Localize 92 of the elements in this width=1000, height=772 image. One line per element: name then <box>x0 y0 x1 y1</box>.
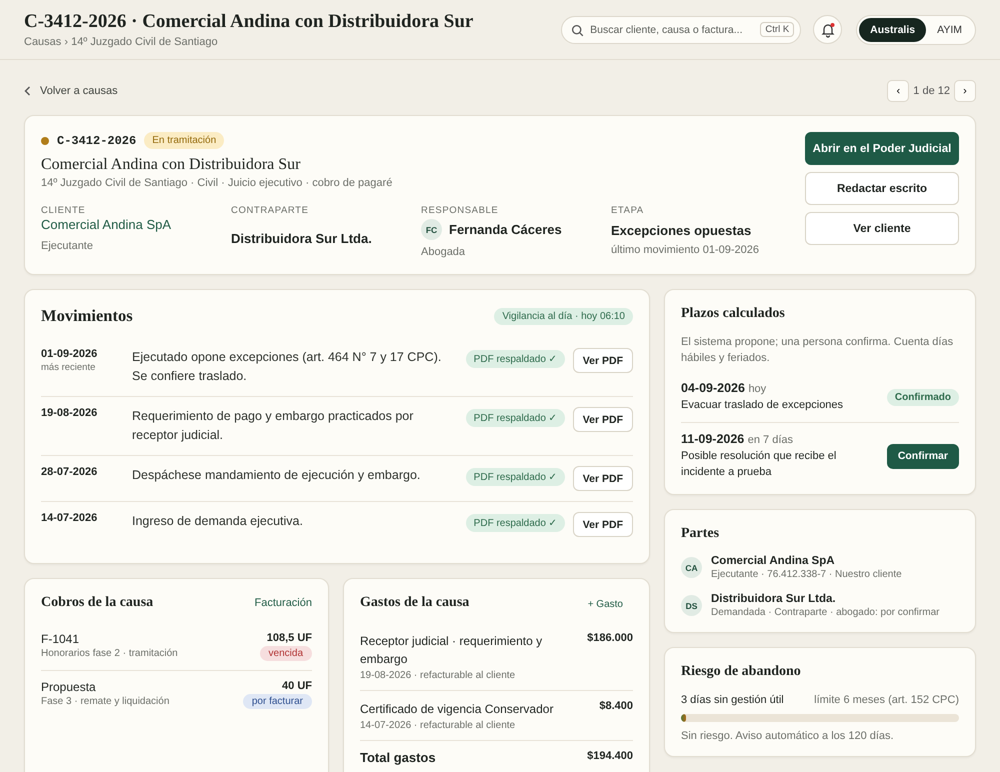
section-title: Riesgo de abandono <box>681 664 802 680</box>
deadlines-note: El sistema propone; una persona confirma. Cuenta días hábiles y feriados. <box>681 335 954 366</box>
field-note: Ejecutante <box>41 240 94 252</box>
case-title: Comercial Andina con Distribuidora Sur <box>41 156 302 174</box>
backup-badge: PDF respaldado ✓ <box>466 409 565 427</box>
avatar-initials: DS <box>681 595 702 616</box>
movement-text: Requerimiento de pago y embargo practicados por receptor judicial. <box>132 408 414 444</box>
deadline-text: Posible resolución que recibe el incidente a prueba <box>681 449 838 480</box>
movement-date: 19-08-2026 <box>41 407 98 419</box>
billing-link[interactable]: Facturación <box>254 597 312 609</box>
backup-badge: PDF respaldado ✓ <box>466 350 565 368</box>
view-pdf-button[interactable]: Ver PDF <box>572 407 633 432</box>
field-note: Abogada <box>421 246 466 258</box>
bell-icon <box>820 22 836 38</box>
total-amount: $194.400 <box>587 750 633 764</box>
section-title: Cobros de la causa <box>41 595 154 611</box>
invoice-name: Propuesta <box>41 680 97 694</box>
section-title: Partes <box>681 526 720 542</box>
invoice-amount: 108,5 UF <box>266 632 312 644</box>
confirm-button[interactable]: Confirmar <box>886 444 959 468</box>
field-label: CLIENTE <box>41 205 86 216</box>
party-detail: Ejecutante · 76.412.338-7 · Nuestro cliente <box>711 569 902 580</box>
status-badge: En tramitación <box>144 132 224 149</box>
section-title: Plazos calculados <box>681 306 786 322</box>
section-title: Movimientos <box>41 306 133 326</box>
backup-badge: PDF respaldado ✓ <box>466 468 565 486</box>
page-counter: 1 de 12 <box>913 85 950 97</box>
invoice-detail: Honorarios fase 2 · tramitación <box>41 648 178 659</box>
movement-text: Ejecutado opone excepciones (art. 464 N° 7 y 17 CPC). Se confiere traslado. <box>132 349 442 385</box>
invoice-status: vencida <box>260 646 312 661</box>
case-code: C-3412-2026 <box>57 134 136 148</box>
field-value: Excepciones opuestas <box>611 223 752 238</box>
expense-name: Receptor judicial · requerimiento y embargo <box>360 633 544 668</box>
avatar-initials: CA <box>681 557 702 578</box>
risk-status: 3 días sin gestión útil <box>681 694 784 706</box>
movement-date: 28-07-2026 <box>41 466 98 478</box>
view-pdf-button[interactable]: Ver PDF <box>572 466 633 491</box>
action-button[interactable]: Redactar escrito <box>805 172 959 205</box>
view-pdf-button[interactable]: Ver PDF <box>572 348 633 373</box>
party-name: Distribuidora Sur Ltda. <box>711 593 837 605</box>
action-button[interactable]: Ver cliente <box>805 212 959 245</box>
confirmed-badge: Confirmado <box>886 388 959 406</box>
breadcrumb[interactable]: Causas › 14º Juzgado Civil de Santiago <box>24 36 550 48</box>
client-link[interactable]: Comercial Andina SpA <box>41 217 172 232</box>
expense-amount: $8.400 <box>599 700 633 714</box>
page-title: C-3412-2026 · Comercial Andina con Distribuidora Sur <box>24 11 474 33</box>
movement-text: Despáchese mandamiento de ejecución y embargo. <box>132 467 422 484</box>
movement-text: Ingreso de demanda ejecutiva. <box>132 513 304 530</box>
invoice-name: F-1041 <box>41 632 80 646</box>
action-button[interactable]: Abrir en el Poder Judicial <box>805 132 959 165</box>
deadline-relative: hoy <box>748 383 766 395</box>
chevron-left-icon <box>24 86 31 96</box>
field-label: ETAPA <box>611 205 645 216</box>
deadline-text: Evacuar traslado de excepciones <box>681 398 844 413</box>
deadline-date: 04-09-2026 <box>681 381 745 395</box>
field-label: CONTRAPARTE <box>231 205 310 216</box>
search-icon <box>571 24 584 36</box>
shortcut-hint: Ctrl K <box>760 22 794 36</box>
risk-note: Sin riesgo. Aviso automático a los 120 días. <box>681 730 895 742</box>
deadline-date: 11-09-2026 <box>681 432 744 446</box>
party-name: Comercial Andina SpA <box>711 555 836 567</box>
movement-date: 14-07-2026 <box>41 512 98 524</box>
invoice-status: por facturar <box>242 694 312 709</box>
add-expense-link[interactable]: + Gasto <box>588 598 623 610</box>
workspace-tab[interactable]: Australis <box>859 18 926 42</box>
field-label: RESPONSABLE <box>421 205 500 216</box>
monitoring-badge: Vigilancia al día · hoy 06:10 <box>494 308 633 324</box>
field-note: último movimiento 01-09-2026 <box>611 244 760 256</box>
expense-detail: 19-08-2026 · refacturable al cliente <box>360 670 516 681</box>
expense-name: Certificado de vigencia Conservador <box>360 701 554 718</box>
workspace-tab[interactable]: AYIM <box>926 18 973 42</box>
next-button[interactable]: › <box>954 80 976 102</box>
previous-button[interactable]: ‹ <box>887 80 910 102</box>
date-note: más reciente <box>41 362 96 373</box>
notifications-button[interactable] <box>813 15 842 44</box>
invoice-detail: Fase 3 · remate y liquidación <box>41 696 170 707</box>
party-detail: Demandada · Contraparte · abogado: por confirmar <box>711 607 940 618</box>
expense-amount: $186.000 <box>587 632 633 646</box>
view-pdf-button[interactable]: Ver PDF <box>572 512 633 537</box>
total-label: Total gastos <box>360 750 436 765</box>
section-title: Gastos de la causa <box>360 595 470 611</box>
field-value: Distribuidora Sur Ltda. <box>231 231 373 246</box>
case-subtitle: 14º Juzgado Civil de Santiago · Civil · Juicio ejecutivo · cobro de pagaré <box>41 177 394 189</box>
expense-detail: 14-07-2026 · refacturable al cliente <box>360 720 516 731</box>
backup-badge: PDF respaldado ✓ <box>466 514 565 532</box>
back-link[interactable]: Volver a causas <box>24 85 118 97</box>
deadline-relative: en 7 días <box>748 434 794 446</box>
movement-date: 01-09-2026 <box>41 348 98 360</box>
avatar-initials: FC <box>421 219 442 240</box>
invoice-amount: 40 UF <box>282 680 312 692</box>
field-value: Fernanda Cáceres <box>449 222 562 237</box>
risk-limit: límite 6 meses (art. 152 CPC) <box>814 694 959 706</box>
